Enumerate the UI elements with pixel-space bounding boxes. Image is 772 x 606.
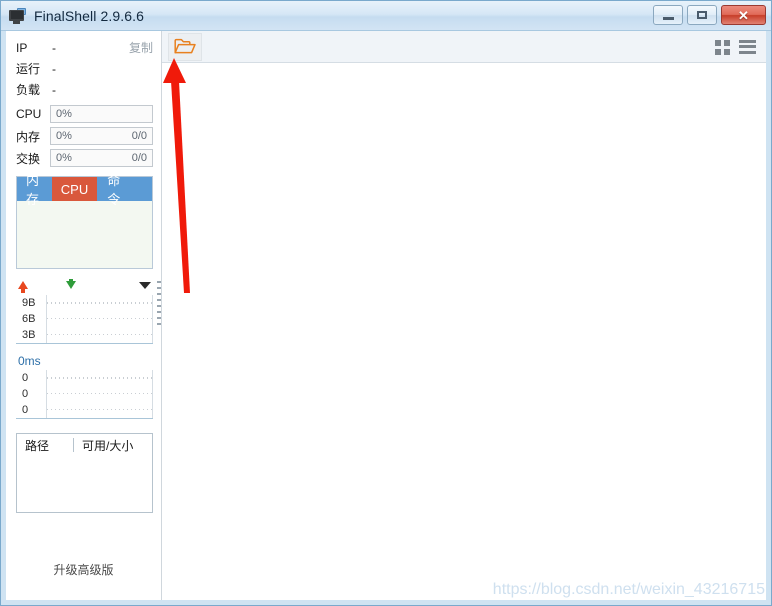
network-graph-plot: [46, 295, 153, 343]
info-value-load: -: [52, 82, 56, 97]
disk-table-header: 路径 可用/大小: [17, 434, 152, 456]
meter-row-cpu: CPU 0%: [16, 104, 153, 124]
meter-bar-memory: 0% 0/0: [50, 127, 153, 145]
info-label-ip: IP: [16, 40, 28, 55]
meter-bar-cpu: 0%: [50, 105, 153, 123]
arrow-down-icon: [66, 279, 76, 289]
tab-memory[interactable]: 内存: [17, 173, 52, 207]
meter-detail-memory: 0/0: [131, 130, 147, 142]
monitor-tabs-panel: 内存 CPU 命令: [16, 173, 153, 269]
info-row-uptime: 运行 -: [6, 58, 161, 79]
window-controls: ✕: [653, 5, 766, 25]
ping-graph-axis: 0 0 0: [16, 370, 46, 418]
disk-column-size: 可用/大小: [82, 438, 134, 453]
ping-latency-label: 0ms: [18, 354, 41, 368]
network-graph-header: [16, 275, 153, 295]
minimize-icon: [662, 16, 674, 20]
tab-command[interactable]: 命令: [98, 173, 133, 207]
info-row-ip: IP - 复制: [6, 37, 161, 58]
chevron-down-icon[interactable]: [139, 281, 151, 289]
meter-detail-swap: 0/0: [131, 152, 147, 164]
minimize-button[interactable]: [653, 5, 683, 25]
sidebar: IP - 复制 运行 - 负载 - CPU 0% 内存 0% 0/0 交换 0%…: [6, 31, 161, 600]
tab-cpu[interactable]: CPU: [51, 177, 99, 201]
network-graph-axis: 9B 6B 3B: [16, 295, 46, 343]
watermark: https://blog.csdn.net/weixin_43216715: [492, 581, 765, 598]
meter-label-cpu: CPU: [16, 107, 42, 121]
ping-graph-plot: [46, 370, 153, 418]
list-view-icon[interactable]: [739, 39, 756, 54]
meter-bar-swap: 0% 0/0: [50, 149, 153, 167]
info-label-uptime: 运行: [16, 62, 41, 76]
main-pane: [161, 31, 766, 600]
monitor-tab-content: [17, 201, 152, 268]
window-title: FinalShell 2.9.6.6: [34, 7, 144, 24]
view-mode-controls: [715, 39, 760, 55]
monitor-icon: [9, 7, 27, 24]
meter-percent-cpu: 0%: [56, 108, 72, 120]
info-row-load: 负载 -: [6, 79, 161, 100]
ping-tick-1: 0: [22, 388, 29, 400]
meter-row-memory: 内存 0% 0/0: [16, 126, 153, 146]
meter-percent-swap: 0%: [56, 152, 72, 164]
window-body: IP - 复制 运行 - 负载 - CPU 0% 内存 0% 0/0 交换 0%…: [1, 31, 771, 605]
app-window: FinalShell 2.9.6.6 ✕ IP - 复制 运行 - 负载 - C…: [0, 0, 772, 606]
ping-tick-2: 0: [22, 404, 29, 416]
info-value-uptime: -: [52, 61, 56, 76]
close-icon: ✕: [738, 7, 749, 23]
ping-graph-area: 0 0 0: [16, 370, 153, 419]
copy-ip-button[interactable]: 复制: [129, 39, 153, 56]
open-folder-icon: [174, 38, 196, 55]
meter-label-memory: 内存: [16, 129, 41, 144]
meter-label-swap: 交换: [16, 151, 41, 166]
meter-row-swap: 交换 0% 0/0: [16, 148, 153, 168]
maximize-button[interactable]: [687, 5, 717, 25]
title-bar[interactable]: FinalShell 2.9.6.6 ✕: [1, 1, 771, 31]
grid-view-icon[interactable]: [715, 39, 730, 55]
info-value-ip: -: [52, 40, 56, 55]
network-tick-2: 3B: [22, 329, 36, 341]
network-tick-1: 6B: [22, 313, 36, 325]
meter-percent-memory: 0%: [56, 130, 72, 142]
network-graph-area: 9B 6B 3B: [16, 295, 153, 344]
main-toolbar: [162, 31, 766, 63]
monitor-tabbar: 内存 CPU 命令: [17, 173, 152, 207]
info-label-load: 负载: [16, 83, 41, 97]
disk-table: 路径 可用/大小: [16, 433, 153, 513]
tabbar-filler: [132, 177, 152, 201]
file-browser-area[interactable]: [162, 63, 766, 600]
network-tick-0: 9B: [22, 297, 36, 309]
arrow-up-icon: [18, 281, 28, 293]
disk-column-path: 路径: [25, 438, 50, 453]
open-folder-button[interactable]: [168, 32, 202, 61]
maximize-icon: [697, 11, 707, 19]
network-graph: 9B 6B 3B: [16, 275, 161, 344]
ping-graph: 0ms 0 0 0: [6, 354, 161, 419]
close-button[interactable]: ✕: [721, 5, 766, 25]
upgrade-premium-link[interactable]: 升级高级版: [6, 561, 161, 578]
ping-tick-0: 0: [22, 372, 29, 384]
